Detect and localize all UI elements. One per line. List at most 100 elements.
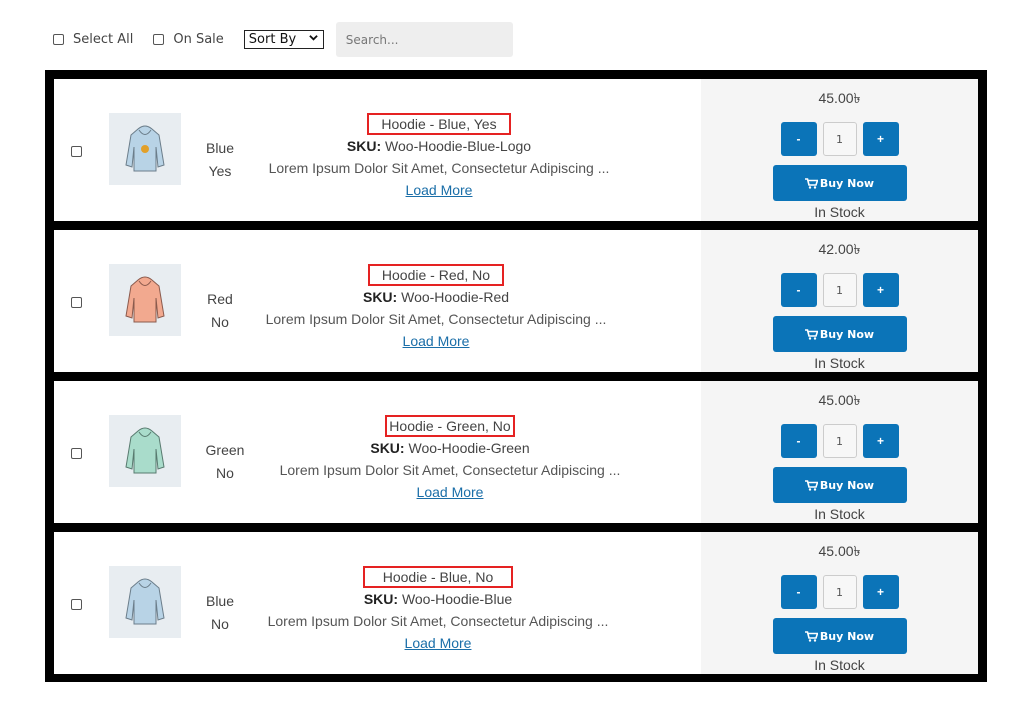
product-thumbnail[interactable] xyxy=(109,113,181,185)
product-sku: SKU: Woo-Hoodie-Red xyxy=(244,286,628,308)
product-sku: SKU: Woo-Hoodie-Green xyxy=(258,437,642,459)
increase-quantity-button[interactable]: + xyxy=(862,122,899,156)
purchase-panel: 45.00৳ - 1 + Buy Now In Stock xyxy=(701,532,978,674)
buy-now-label: Buy Now xyxy=(819,327,875,341)
increase-quantity-button[interactable]: + xyxy=(862,273,899,307)
product-thumbnail[interactable] xyxy=(109,415,181,487)
row-select-checkbox[interactable] xyxy=(71,297,82,308)
load-more-link[interactable]: Load More xyxy=(403,333,470,349)
logo-attribute: No xyxy=(216,465,234,481)
buy-now-label: Buy Now xyxy=(819,176,875,190)
product-title[interactable]: Hoodie - Blue, No xyxy=(362,566,514,588)
product-attributes: Blue No xyxy=(190,590,250,636)
product-price: 45.00৳ xyxy=(818,392,861,408)
logo-attribute: No xyxy=(211,616,229,632)
decrease-quantity-button[interactable]: - xyxy=(780,575,817,609)
product-description: Lorem Ipsum Dolor Sit Amet, Consectetur … xyxy=(265,311,607,327)
product-row: Green No Hoodie - Green, No SKU: Woo-Hoo… xyxy=(54,381,978,523)
sku-value: Woo-Hoodie-Red xyxy=(401,289,510,305)
quantity-stepper: - 1 + xyxy=(701,273,978,307)
stock-status: In Stock xyxy=(814,506,865,522)
hoodie-green-icon xyxy=(125,427,165,474)
product-title[interactable]: Hoodie - Red, No xyxy=(367,264,505,286)
quantity-input[interactable]: 1 xyxy=(822,273,857,307)
load-more-link[interactable]: Load More xyxy=(417,484,484,500)
product-thumbnail[interactable] xyxy=(109,264,181,336)
product-table-toolbar: Select All On Sale Sort By xyxy=(53,22,513,57)
color-attribute: Blue xyxy=(205,593,235,609)
select-all-control[interactable]: Select All xyxy=(53,32,133,47)
product-attributes: Green No xyxy=(195,439,255,485)
buy-now-label: Buy Now xyxy=(819,478,875,492)
cart-icon xyxy=(804,328,818,340)
product-description: Lorem Ipsum Dolor Sit Amet, Consectetur … xyxy=(279,462,621,478)
color-attribute: Blue xyxy=(205,140,235,156)
stock-status: In Stock xyxy=(814,657,865,673)
sku-value: Woo-Hoodie-Green xyxy=(408,440,530,456)
purchase-panel: 45.00৳ - 1 + Buy Now In Stock xyxy=(701,79,978,221)
stock-status: In Stock xyxy=(814,204,865,220)
decrease-quantity-button[interactable]: - xyxy=(780,273,817,307)
search-input[interactable] xyxy=(335,22,513,57)
product-sku: SKU: Woo-Hoodie-Blue-Logo xyxy=(247,135,631,157)
logo-attribute: No xyxy=(211,314,229,330)
load-more-link[interactable]: Load More xyxy=(405,635,472,651)
hoodie-blue-logo-icon xyxy=(125,125,165,172)
purchase-panel: 42.00৳ - 1 + Buy Now In Stock xyxy=(701,230,978,372)
product-attributes: Red No xyxy=(190,288,250,334)
product-details: Hoodie - Red, No SKU: Woo-Hoodie-Red Lor… xyxy=(244,264,628,352)
quantity-stepper: - 1 + xyxy=(701,575,978,609)
product-row: Blue Yes Hoodie - Blue, Yes SKU: Woo-Hoo… xyxy=(54,79,978,221)
product-table: Blue Yes Hoodie - Blue, Yes SKU: Woo-Hoo… xyxy=(45,70,987,682)
hoodie-red-icon xyxy=(125,276,165,323)
product-title[interactable]: Hoodie - Blue, Yes xyxy=(367,113,511,135)
decrease-quantity-button[interactable]: - xyxy=(780,122,817,156)
buy-now-button[interactable]: Buy Now xyxy=(772,165,907,201)
sku-label: SKU: xyxy=(363,591,399,607)
color-attribute: Green xyxy=(205,442,245,458)
on-sale-checkbox[interactable] xyxy=(153,34,165,45)
sku-label: SKU: xyxy=(370,440,405,456)
cart-icon xyxy=(804,177,818,189)
quantity-stepper: - 1 + xyxy=(701,424,978,458)
row-select-checkbox[interactable] xyxy=(71,146,82,157)
product-title[interactable]: Hoodie - Green, No xyxy=(385,415,515,437)
select-all-label: Select All xyxy=(73,32,134,47)
buy-now-label: Buy Now xyxy=(819,629,875,643)
increase-quantity-button[interactable]: + xyxy=(862,424,899,458)
quantity-input[interactable]: 1 xyxy=(822,122,857,156)
product-description: Lorem Ipsum Dolor Sit Amet, Consectetur … xyxy=(268,160,610,176)
quantity-stepper: - 1 + xyxy=(701,122,978,156)
product-price: 45.00৳ xyxy=(818,543,861,559)
row-select-checkbox[interactable] xyxy=(71,599,82,610)
on-sale-control[interactable]: On Sale xyxy=(153,32,224,47)
sort-by-select[interactable]: Sort By xyxy=(243,30,324,49)
buy-now-button[interactable]: Buy Now xyxy=(772,316,907,352)
sku-label: SKU: xyxy=(346,138,382,154)
product-description: Lorem Ipsum Dolor Sit Amet, Consectetur … xyxy=(267,613,609,629)
quantity-input[interactable]: 1 xyxy=(822,575,857,609)
cart-icon xyxy=(804,630,818,642)
product-row: Red No Hoodie - Red, No SKU: Woo-Hoodie-… xyxy=(54,230,978,372)
product-price: 45.00৳ xyxy=(818,90,861,106)
decrease-quantity-button[interactable]: - xyxy=(780,424,817,458)
product-details: Hoodie - Blue, No SKU: Woo-Hoodie-Blue L… xyxy=(246,566,630,654)
color-attribute: Red xyxy=(207,291,233,307)
select-all-checkbox[interactable] xyxy=(53,34,64,45)
stock-status: In Stock xyxy=(814,355,865,371)
sku-label: SKU: xyxy=(362,289,398,305)
sort-by-value: Sort By xyxy=(248,32,297,47)
product-thumbnail[interactable] xyxy=(109,566,181,638)
load-more-link[interactable]: Load More xyxy=(406,182,473,198)
hoodie-blue-icon xyxy=(125,578,165,625)
chevron-down-icon xyxy=(309,33,318,45)
product-details: Hoodie - Blue, Yes SKU: Woo-Hoodie-Blue-… xyxy=(247,113,631,201)
buy-now-button[interactable]: Buy Now xyxy=(772,467,907,503)
product-row: Blue No Hoodie - Blue, No SKU: Woo-Hoodi… xyxy=(54,532,978,674)
increase-quantity-button[interactable]: + xyxy=(862,575,899,609)
product-details: Hoodie - Green, No SKU: Woo-Hoodie-Green… xyxy=(258,415,642,503)
row-select-checkbox[interactable] xyxy=(71,448,82,459)
buy-now-button[interactable]: Buy Now xyxy=(772,618,907,654)
product-attributes: Blue Yes xyxy=(190,137,250,183)
quantity-input[interactable]: 1 xyxy=(822,424,857,458)
